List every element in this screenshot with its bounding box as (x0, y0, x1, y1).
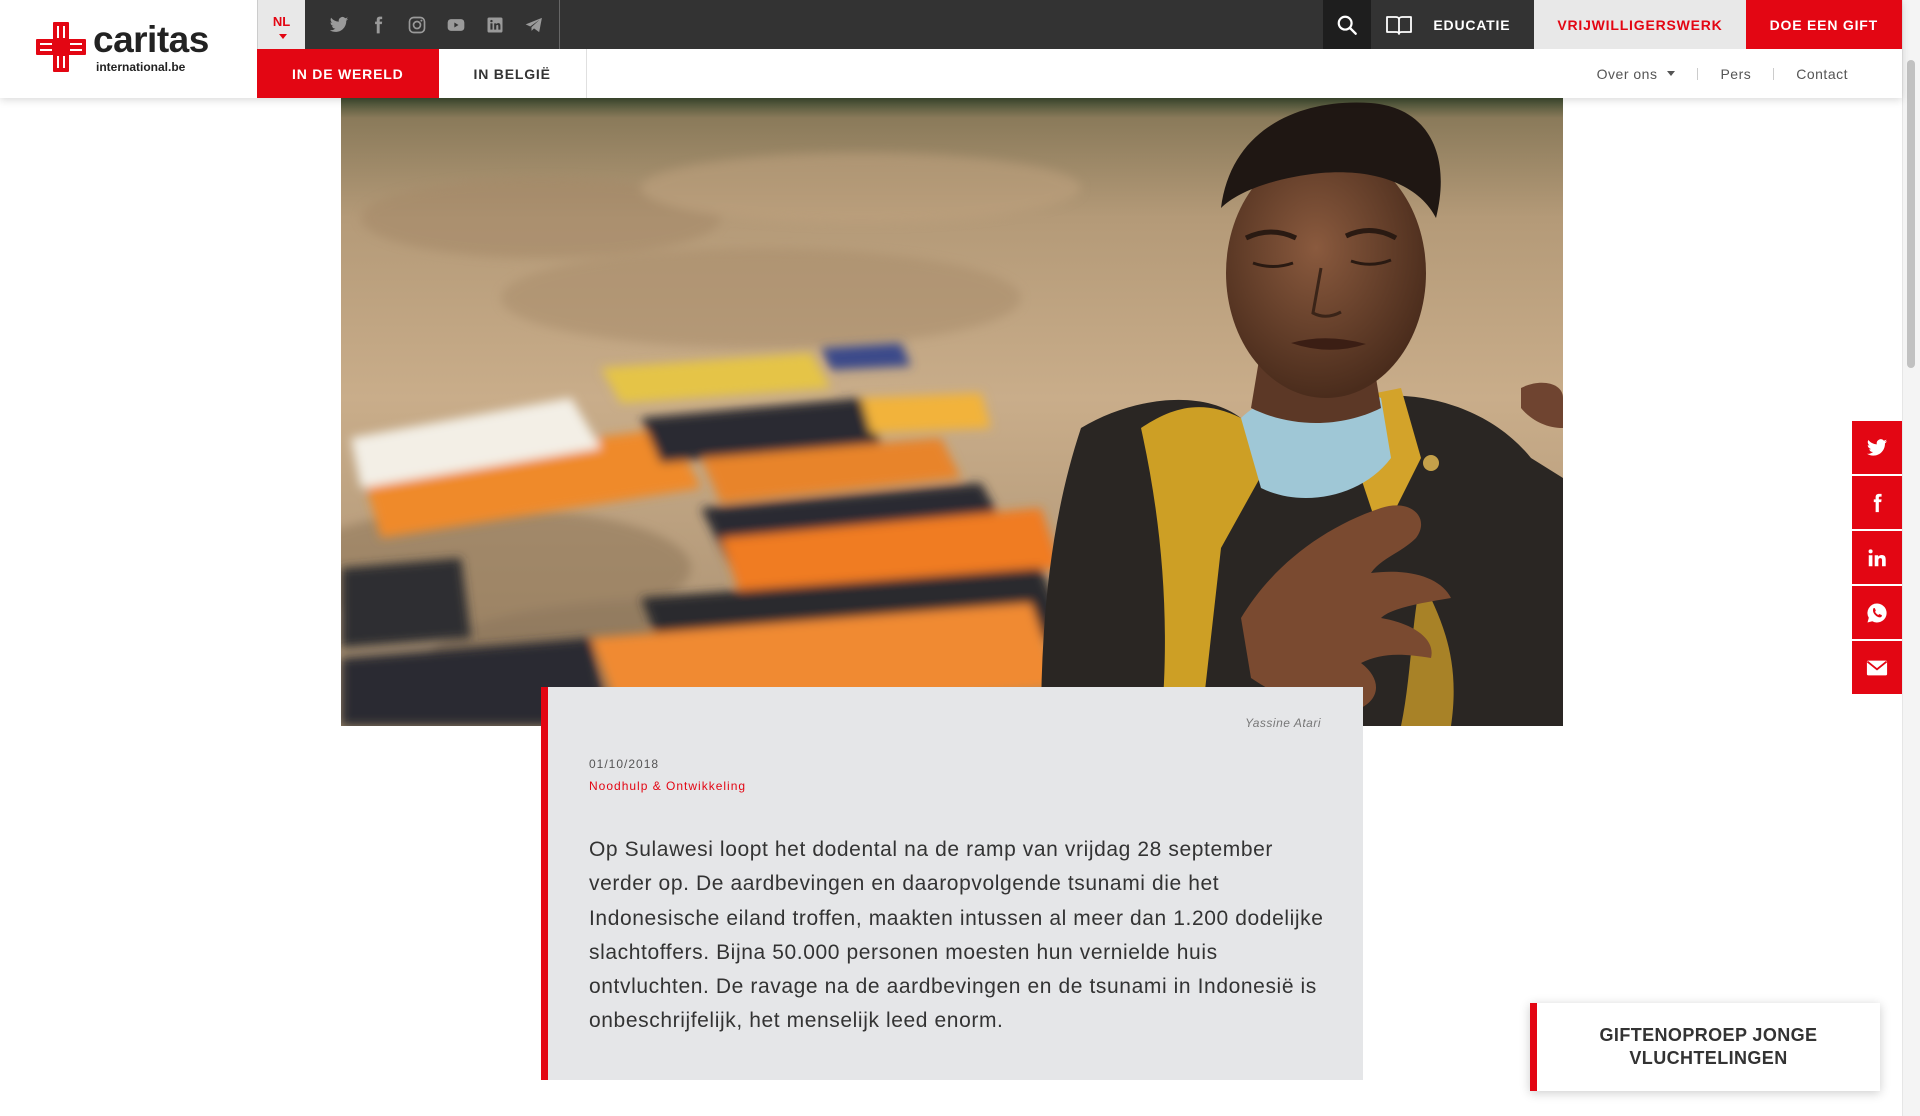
donate-button[interactable]: DOE EEN GIFT (1745, 0, 1902, 49)
article-category-link[interactable]: Noodhulp & Ontwikkeling (589, 779, 746, 793)
nav-divider (1773, 67, 1775, 80)
photo-credit: Yassine Atari (1245, 716, 1321, 730)
email-icon (1866, 660, 1888, 675)
scrollbar-thumb[interactable] (1907, 60, 1915, 368)
linkedin-icon[interactable] (485, 15, 505, 35)
top-bar: NL EDUCATIE VRIJWILLIGERSWERK DOE EEN GI… (257, 0, 1902, 49)
caritas-cross-icon (36, 22, 86, 72)
whatsapp-icon (1867, 602, 1887, 622)
social-links (305, 0, 560, 49)
nav-about-label: Over ons (1596, 65, 1658, 82)
donation-appeal-button[interactable]: GIFTENOPROEP JONGE VLUCHTELINGEN (1530, 1003, 1880, 1091)
education-label: EDUCATIE (1433, 16, 1511, 33)
mourning-man-photo (341, 102, 1563, 726)
tab-in-belgie[interactable]: IN BELGIË (439, 49, 587, 98)
twitter-icon[interactable] (329, 15, 349, 35)
site-header: caritas international.be NL EDUCATIE VRI… (0, 0, 1902, 98)
facebook-icon (1873, 493, 1882, 512)
article-lead: Op Sulawesi loopt het dodental na de ram… (589, 838, 1324, 1033)
share-whatsapp-button[interactable] (1852, 586, 1902, 639)
volunteer-button[interactable]: VRIJWILLIGERSWERK (1534, 0, 1746, 49)
chevron-down-icon (1667, 71, 1676, 76)
article-intro-card: Yassine Atari 01/10/2018 Noodhulp & Ontw… (541, 687, 1363, 1080)
share-bar (1852, 421, 1902, 696)
logo-wordmark: caritas (93, 19, 209, 60)
twitter-icon (1866, 438, 1888, 456)
logo-subtitle: international.be (96, 60, 186, 74)
donation-appeal-label: GIFTENOPROEP JONGE VLUCHTELINGEN (1599, 1025, 1818, 1068)
nav-press-link[interactable]: Pers (1720, 66, 1751, 82)
main-nav: IN DE WERELD IN BELGIË (257, 49, 587, 98)
instagram-icon[interactable] (407, 15, 427, 35)
search-button[interactable] (1323, 0, 1372, 49)
nav-about-dropdown[interactable]: Over ons (1597, 66, 1676, 82)
linkedin-icon (1868, 548, 1886, 566)
language-code: NL (272, 14, 291, 29)
share-email-button[interactable] (1852, 641, 1902, 694)
search-icon (1338, 15, 1358, 35)
top-actions: EDUCATIE VRIJWILLIGERSWERK DOE EEN GIFT (1323, 0, 1902, 49)
nav-contact-link[interactable]: Contact (1796, 66, 1848, 82)
telegram-icon[interactable] (524, 15, 544, 35)
book-icon (1386, 15, 1413, 35)
article-date: 01/10/2018 (589, 757, 660, 771)
meta-nav: Over ons Pers Contact (1597, 49, 1848, 98)
share-facebook-button[interactable] (1852, 476, 1902, 529)
tab-in-de-wereld[interactable]: IN DE WERELD (257, 49, 439, 98)
facebook-icon[interactable] (368, 15, 388, 35)
share-linkedin-button[interactable] (1852, 531, 1902, 584)
education-button[interactable]: EDUCATIE (1371, 0, 1534, 49)
chevron-down-icon (279, 34, 287, 39)
hero-photo (341, 98, 1563, 726)
language-switcher[interactable]: NL (257, 0, 305, 49)
caritas-logo[interactable]: caritas international.be (36, 20, 226, 76)
nav-divider (1697, 67, 1699, 80)
share-twitter-button[interactable] (1852, 421, 1902, 474)
youtube-icon[interactable] (446, 15, 466, 35)
